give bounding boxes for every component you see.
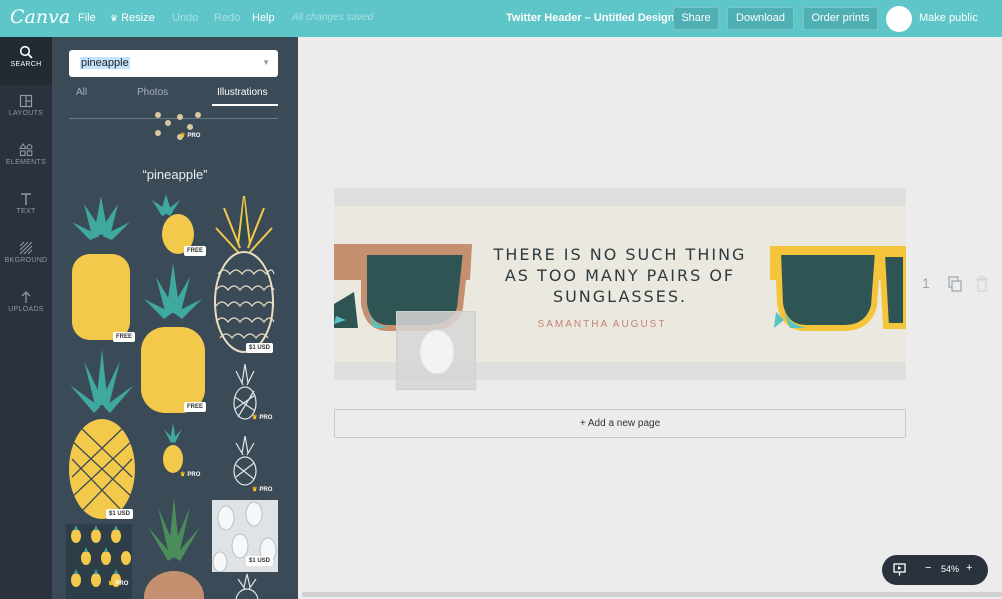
sidebar-item-layouts[interactable]: LAYOUTS [0, 86, 52, 134]
sidebar-item-label: BKGROUND [4, 257, 48, 264]
pro-badge-label: PRO [259, 487, 273, 493]
text-icon [21, 193, 31, 205]
page-number: 1 [922, 275, 930, 291]
pineapple-brown-illustration[interactable] [142, 497, 206, 599]
tab-photos[interactable]: Photos [137, 87, 168, 98]
sidebar-item-label: ELEMENTS [5, 159, 47, 166]
order-prints-button[interactable]: Order prints [803, 7, 878, 30]
tab-all[interactable]: All [76, 87, 87, 98]
price-badge: $1 USD [246, 556, 274, 566]
pro-badge: ♛ PRO [180, 132, 200, 139]
crown-icon: ♛ [252, 487, 258, 493]
sidebar-item-text[interactable]: TEXT [0, 184, 52, 232]
search-icon [19, 45, 33, 59]
sidebar-item-elements[interactable]: ELEMENTS [0, 135, 52, 183]
image-placeholder-icon [419, 329, 455, 375]
pineapple-illustration[interactable] [66, 194, 136, 341]
outline-pineapple-illustration[interactable] [228, 435, 262, 487]
background-icon [19, 241, 33, 255]
layouts-icon [19, 94, 33, 108]
crown-icon: ♛ [108, 581, 114, 587]
make-public-label[interactable]: Make public [919, 12, 978, 24]
sidebar-item-background[interactable]: BKGROUND [0, 233, 52, 281]
free-badge: FREE [184, 246, 207, 256]
zoom-controls: − 54% + [882, 555, 988, 585]
tab-illustrations[interactable]: Illustrations [217, 87, 268, 98]
pro-badge-label: PRO [187, 133, 201, 139]
pro-badge: ♛ PRO [108, 580, 128, 587]
zoom-out-button[interactable]: − [925, 562, 931, 574]
download-button[interactable]: Download [727, 7, 794, 30]
sidebar-item-search[interactable]: SEARCH [0, 37, 52, 85]
help-menu[interactable]: Help [252, 12, 275, 24]
top-toolbar: Canva File ♛ Resize Undo Redo Help All ch… [0, 0, 1002, 37]
crown-icon: ♛ [180, 472, 186, 478]
pro-badge: ♛ PRO [252, 414, 272, 421]
crown-icon: ♛ [110, 13, 119, 23]
free-badge: FREE [184, 402, 207, 412]
redo-button[interactable]: Redo [214, 12, 240, 24]
file-menu[interactable]: File [78, 12, 96, 24]
drop-placeholder-strip [334, 188, 906, 206]
crown-icon: ♛ [252, 415, 258, 421]
active-tab-indicator [212, 104, 278, 106]
results-heading: “pineapple” [142, 167, 208, 182]
pro-badge-label: PRO [259, 415, 273, 421]
elements-icon [19, 143, 33, 157]
make-public-toggle[interactable] [886, 6, 912, 32]
detailed-pineapple-illustration[interactable] [66, 349, 138, 521]
pineapple-pattern-thumbnail[interactable] [66, 524, 132, 599]
sidebar-item-label: UPLOADS [8, 306, 44, 313]
line-pineapple-illustration[interactable] [228, 363, 262, 421]
resize-button[interactable]: ♛ Resize [110, 12, 155, 24]
dragged-element-preview [396, 311, 476, 390]
mini-pineapple-illustration[interactable] [158, 423, 188, 475]
resize-label: Resize [121, 12, 155, 24]
search-panel: pineapple ▼ All Photos Illustrations ♛ PR… [52, 37, 298, 599]
chevron-down-icon[interactable]: ▼ [262, 58, 270, 67]
sidebar-item-uploads[interactable]: UPLOADS [0, 282, 52, 330]
duplicate-page-icon[interactable] [948, 276, 962, 292]
pro-badge: ♛ PRO [252, 486, 272, 493]
author-text[interactable]: SAMANTHA AUGUST [492, 319, 712, 330]
yellow-sunglasses-graphic[interactable] [770, 244, 906, 334]
uploads-icon [21, 291, 31, 303]
outline-pineapple-illustration[interactable] [230, 573, 264, 599]
left-sidebar: SEARCH LAYOUTS ELEMENTS TEXT BKGROUND UP… [0, 37, 52, 599]
patterned-pineapple-illustration[interactable] [212, 194, 276, 354]
search-input[interactable]: pineapple ▼ [69, 50, 278, 77]
sidebar-item-label: TEXT [16, 208, 36, 215]
price-badge: $1 USD [246, 343, 274, 353]
sidebar-item-label: LAYOUTS [8, 110, 44, 117]
horizontal-scrollbar[interactable] [302, 592, 1002, 597]
price-badge: $1 USD [106, 509, 134, 519]
share-button[interactable]: Share [673, 7, 719, 30]
sidebar-item-label: SEARCH [10, 61, 42, 68]
save-status: All changes saved [292, 12, 374, 23]
presentation-icon[interactable] [893, 563, 906, 576]
document-title[interactable]: Twitter Header – Untitled Design [506, 12, 675, 24]
undo-button[interactable]: Undo [172, 12, 198, 24]
pro-badge: ♛ PRO [180, 471, 200, 478]
pro-badge-label: PRO [115, 581, 129, 587]
free-badge: FREE [113, 332, 136, 342]
small-pineapple-illustration[interactable] [146, 194, 204, 254]
quote-text[interactable]: THERE IS NO SUCH THING AS TOO MANY PAIRS… [492, 244, 748, 307]
search-input-value: pineapple [80, 57, 130, 69]
zoom-in-button[interactable]: + [966, 562, 972, 574]
pro-badge-label: PRO [187, 472, 201, 478]
add-new-page-button[interactable]: + Add a new page [334, 409, 906, 438]
canva-logo[interactable]: Canva [10, 6, 70, 28]
pineapple-teal-leaves-illustration[interactable] [138, 263, 208, 413]
zoom-level: 54% [941, 564, 960, 574]
crown-icon: ♛ [180, 133, 186, 139]
delete-page-icon[interactable] [976, 276, 988, 292]
